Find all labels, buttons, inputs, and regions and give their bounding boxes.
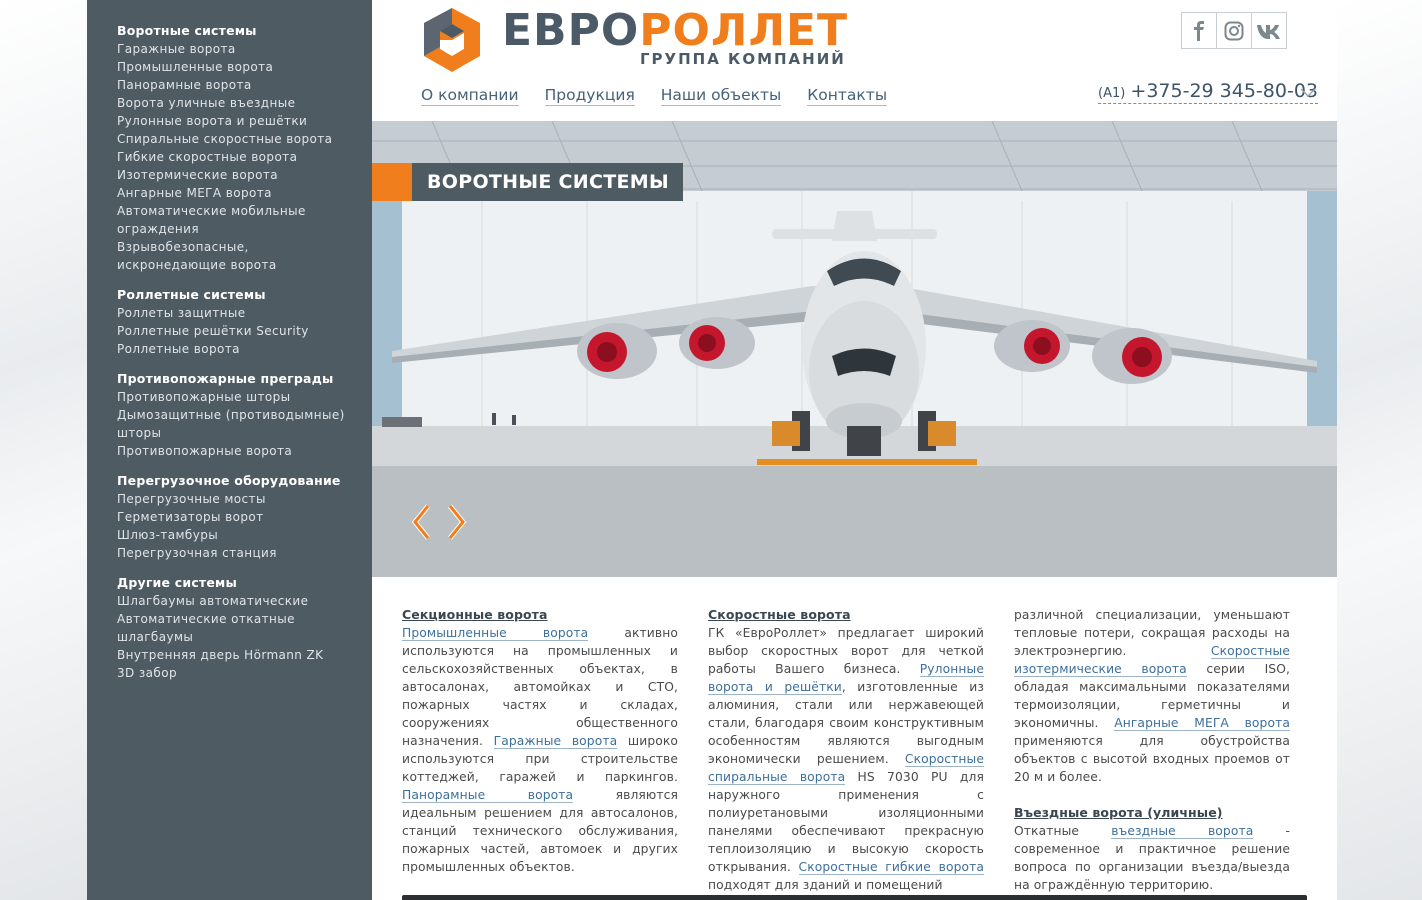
- sidebar-item[interactable]: Перегрузочные мосты: [117, 490, 357, 508]
- sidebar-group: Воротные системы Гаражные ворота Промышлен…: [117, 22, 372, 274]
- content-column-speed: Скоростные ворота ГК «ЕвроРоллет» предла…: [708, 606, 984, 894]
- sidebar-menu: Воротные системы Гаражные ворота Промышлен…: [87, 0, 372, 900]
- sidebar-group: Противопожарные преграды Противопожарные …: [117, 370, 372, 460]
- sidebar-item[interactable]: Дымозащитные (противодымные) шторы: [117, 406, 357, 442]
- logo-cube-icon: [424, 8, 480, 72]
- banner-label-accent: [372, 163, 412, 201]
- footer-bar: [402, 895, 1307, 900]
- sidebar-item[interactable]: Ангарные МЕГА ворота: [117, 184, 357, 202]
- sidebar-item[interactable]: Промышленные ворота: [117, 58, 357, 76]
- phone-digits: +375-29 345-80-03: [1130, 80, 1318, 102]
- sidebar-item[interactable]: Рулонные ворота и решётки: [117, 112, 357, 130]
- sidebar-group: Перегрузочное оборудование Перегрузочные …: [117, 472, 372, 562]
- phone-number[interactable]: (A1) +375-29 345-80-03: [1098, 80, 1318, 104]
- section-title-entrance-gates[interactable]: Въездные ворота (уличные): [1014, 804, 1223, 822]
- link-mega-doors[interactable]: Ангарные МЕГА ворота: [1114, 716, 1290, 731]
- chevron-down-icon[interactable]: [1300, 88, 1316, 98]
- top-navigation: О компании Продукция Наши объекты Контак…: [421, 85, 888, 106]
- sidebar-item[interactable]: Автоматические откатные шлагбаумы: [117, 610, 357, 646]
- sidebar-item[interactable]: Гибкие скоростные ворота: [117, 148, 357, 166]
- sidebar-item[interactable]: 3D забор: [117, 664, 357, 682]
- sidebar-item[interactable]: Противопожарные ворота: [117, 442, 357, 460]
- sidebar-group-title[interactable]: Роллетные системы: [117, 286, 372, 304]
- sidebar-item[interactable]: Панорамные ворота: [117, 76, 357, 94]
- facebook-icon[interactable]: [1181, 12, 1217, 49]
- link-entrance-gates[interactable]: въездные ворота: [1111, 824, 1254, 839]
- link-panoramic-doors[interactable]: Панорамные ворота: [402, 788, 574, 803]
- sidebar-item[interactable]: Роллетные ворота: [117, 340, 357, 358]
- vk-icon[interactable]: [1251, 12, 1287, 49]
- logo-wordmark: ЕВРОРОЛЛЕТ: [502, 5, 849, 56]
- sidebar-item[interactable]: Шлагбаумы автоматические: [117, 592, 357, 610]
- sidebar-item[interactable]: Внутренняя дверь Hörmann ZK: [117, 646, 357, 664]
- site-logo[interactable]: ЕВРОРОЛЛЕТ ГРУППА КОМПАНИЙ: [420, 6, 850, 74]
- phone-operator: (A1): [1098, 86, 1126, 101]
- main-content: ЕВРОРОЛЛЕТ ГРУППА КОМПАНИЙ О компании Пр…: [372, 0, 1337, 900]
- slider-prev-arrow-icon[interactable]: [410, 504, 432, 540]
- nav-about[interactable]: О компании: [421, 85, 519, 106]
- hero-banner: ВОРОТНЫЕ СИСТЕМЫ: [372, 121, 1337, 577]
- sidebar-item[interactable]: Взрывобезопасные, искронедающие ворота: [117, 238, 357, 274]
- sidebar-item[interactable]: Изотермические ворота: [117, 166, 357, 184]
- nav-projects[interactable]: Наши объекты: [660, 85, 782, 106]
- section-text-sectional: Промышленные ворота активно используются…: [402, 626, 679, 874]
- nav-contacts[interactable]: Контакты: [807, 85, 888, 106]
- section-text-continued: различной специализации, уменьшают тепло…: [1014, 608, 1290, 784]
- sidebar-group-title[interactable]: Противопожарные преграды: [117, 370, 372, 388]
- section-title-sectional-doors[interactable]: Секционные ворота: [402, 606, 548, 624]
- sidebar-item[interactable]: Шлюз-тамбуры: [117, 526, 357, 544]
- sidebar-item[interactable]: Роллеты защитные: [117, 304, 357, 322]
- sidebar-item[interactable]: Спиральные скоростные ворота: [117, 130, 357, 148]
- instagram-icon[interactable]: [1216, 12, 1252, 49]
- section-text-speed: ГК «ЕвроРоллет» предлагает широкий выбор…: [708, 626, 984, 892]
- sidebar-group: Другие системы Шлагбаумы автоматические Ав…: [117, 574, 372, 682]
- social-links: [1181, 12, 1287, 49]
- nav-products[interactable]: Продукция: [544, 85, 635, 106]
- sidebar-group-title[interactable]: Другие системы: [117, 574, 372, 592]
- link-industrial-doors[interactable]: Промышленные ворота: [402, 626, 589, 641]
- sidebar-item[interactable]: Герметизаторы ворот: [117, 508, 357, 526]
- banner-label: ВОРОТНЫЕ СИСТЕМЫ: [372, 163, 683, 201]
- page-background-left: [0, 0, 87, 900]
- sidebar-item[interactable]: Роллетные решётки Security: [117, 322, 357, 340]
- link-flexible-doors[interactable]: Скоростные гибкие ворота: [798, 860, 984, 875]
- logo-subtitle: ГРУППА КОМПАНИЙ: [640, 50, 846, 68]
- sidebar-group-title[interactable]: Воротные системы: [117, 22, 372, 40]
- slider-next-arrow-icon[interactable]: [446, 504, 468, 540]
- sidebar-item[interactable]: Перегрузочная станция: [117, 544, 357, 562]
- sidebar-item[interactable]: Гаражные ворота: [117, 40, 357, 58]
- sidebar-item[interactable]: Противопожарные шторы: [117, 388, 357, 406]
- content-column-sectional: Секционные ворота Промышленные ворота ак…: [402, 606, 678, 876]
- link-garage-doors[interactable]: Гаражные ворота: [493, 734, 618, 749]
- sidebar-group: Роллетные системы Роллеты защитные Роллетн…: [117, 286, 372, 358]
- sidebar-group-title[interactable]: Перегрузочное оборудование: [117, 472, 372, 490]
- sidebar-item[interactable]: Ворота уличные въездные: [117, 94, 357, 112]
- section-text-entrance: Откатные въездные ворота - современное и…: [1014, 824, 1290, 892]
- section-title-speed-doors[interactable]: Скоростные ворота: [708, 606, 851, 624]
- banner-label-text: ВОРОТНЫЕ СИСТЕМЫ: [412, 163, 683, 201]
- page-background-right: [1337, 0, 1422, 900]
- content-column-continued: различной специализации, уменьшают тепло…: [1014, 606, 1290, 894]
- sidebar-item[interactable]: Автоматические мобильные ограждения: [117, 202, 357, 238]
